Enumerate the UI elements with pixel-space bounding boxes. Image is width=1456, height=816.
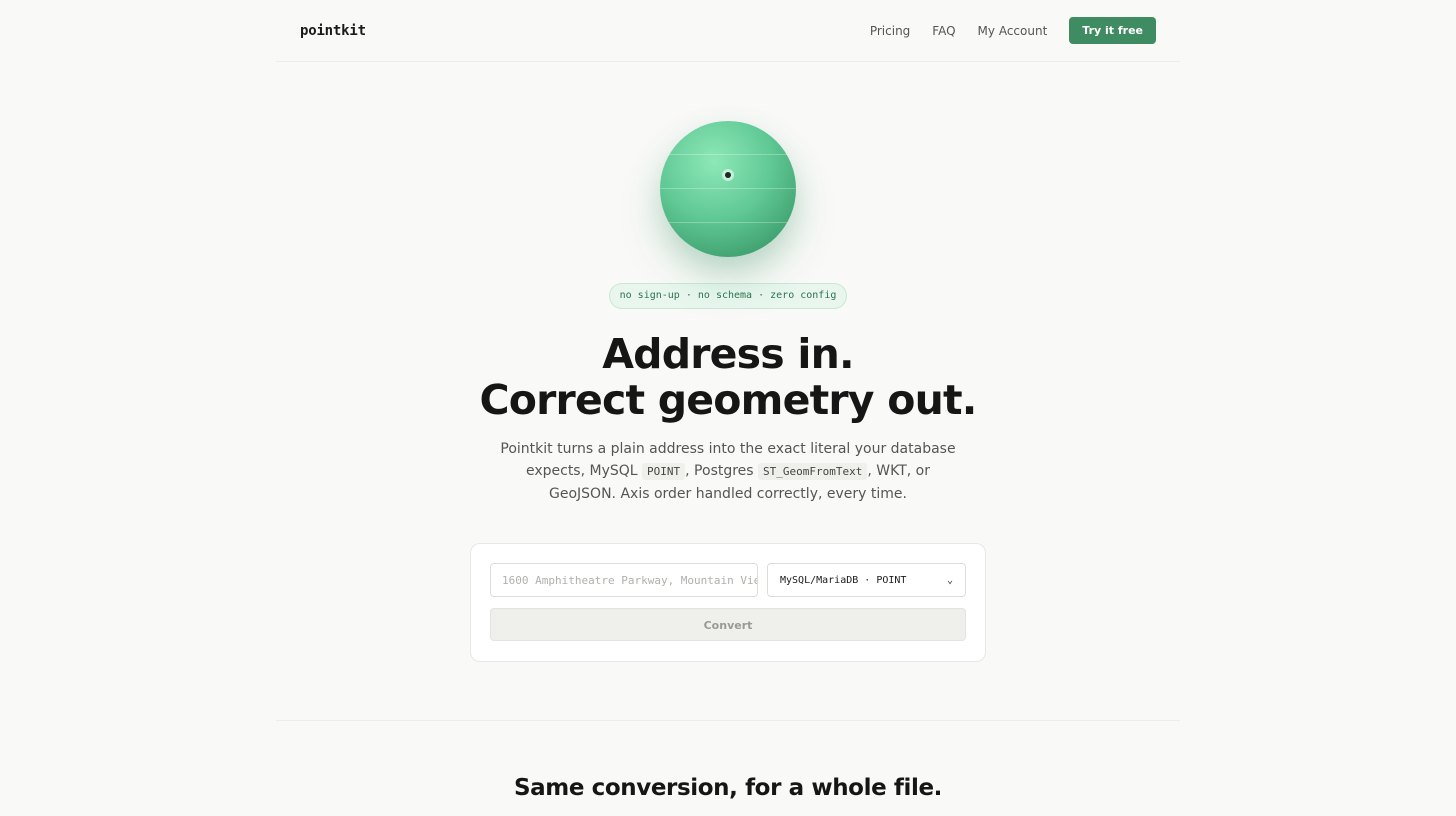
brand-logo[interactable]: pointkit — [300, 23, 366, 39]
nav-pricing[interactable]: Pricing — [870, 24, 910, 38]
section-title: Same conversion, for a whole file. — [513, 775, 942, 801]
location-pin-icon — [722, 169, 734, 181]
try-it-free-button[interactable]: Try it free — [1069, 17, 1156, 44]
chevron-down-icon: ⌄ — [946, 574, 953, 586]
code-point: POINT — [642, 463, 686, 480]
globe-icon — [660, 121, 796, 257]
address-input[interactable]: 1600 Amphitheatre Parkway, Mountain View… — [490, 563, 758, 597]
format-select-value: MySQL/MariaDB · POINT — [780, 574, 907, 586]
globe-illustration — [276, 62, 1180, 332]
top-nav: Pricing FAQ My Account Try it free — [870, 17, 1156, 44]
nav-my-account[interactable]: My Account — [978, 24, 1048, 38]
converter-card: 1600 Amphitheatre Parkway, Mountain View… — [470, 543, 986, 662]
hero-title: Address in. Correct geometry out. — [276, 331, 1180, 423]
convert-button[interactable]: Convert — [490, 608, 966, 641]
hero-description: Pointkit turns a plain address into the … — [498, 438, 958, 505]
lede-text-2: , Postgres — [685, 463, 754, 479]
hero-title-line2: Correct geometry out. — [479, 376, 977, 424]
code-st-geomfromtext: ST_GeomFromText — [758, 463, 868, 480]
nav-faq[interactable]: FAQ — [932, 24, 955, 38]
site-header: pointkit Pricing FAQ My Account Try it f… — [276, 0, 1180, 62]
format-select[interactable]: MySQL/MariaDB · POINT ⌄ — [767, 563, 966, 597]
hero-title-line1: Address in. — [602, 330, 854, 378]
section-divider — [276, 720, 1180, 721]
hero-section: no sign-up · no schema · zero config Add… — [276, 62, 1180, 662]
